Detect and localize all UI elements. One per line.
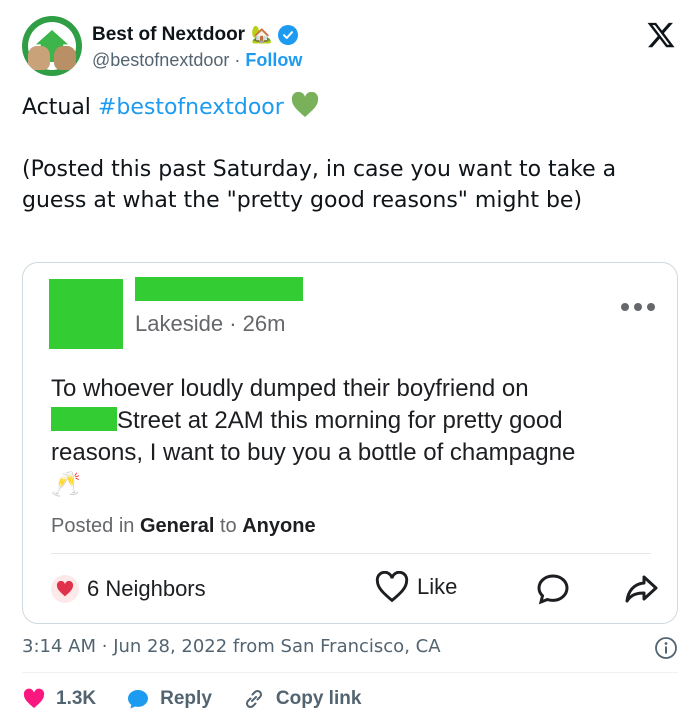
red-heart-icon (51, 575, 79, 603)
tweet-header: Best of Nextdoor 🏡 @bestofnextdoor · Fol… (22, 14, 678, 78)
link-icon (245, 689, 262, 709)
redacted-street-name (51, 407, 117, 431)
like-action[interactable]: 1.3K (22, 687, 96, 711)
hashtag-link[interactable]: #bestofnextdoor (98, 95, 284, 120)
more-options-icon (621, 303, 655, 311)
share-icon (625, 575, 658, 603)
reactions-summary: 6 Neighbors (51, 575, 206, 603)
post-body-line-1: To whoever loudly dumped their boyfriend… (51, 375, 529, 402)
champagne-emoji-icon: 🥂 (51, 471, 81, 498)
heart-outline-icon (375, 571, 409, 603)
green-heart-icon (291, 92, 318, 117)
tweet-prefix: Actual (22, 95, 98, 120)
redacted-poster-name (135, 277, 303, 301)
author-display-name[interactable]: Best of Nextdoor (92, 24, 245, 46)
post-body: To whoever loudly dumped their boyfriend… (51, 373, 651, 501)
reply-label: Reply (160, 688, 212, 709)
post-audience: Anyone (242, 515, 316, 537)
like-button: Like (375, 571, 457, 603)
post-time: 26m (242, 311, 286, 336)
avatar-figure-right (54, 46, 76, 70)
handle-separator: · (234, 50, 241, 70)
avatar-figure-left (28, 46, 50, 70)
footer-divider (22, 672, 678, 673)
x-logo-icon[interactable] (646, 20, 676, 50)
heart-filled-icon (23, 688, 45, 708)
redacted-avatar (49, 279, 123, 349)
tweet-text: Actual #bestofnextdoor (Posted this past… (22, 92, 662, 216)
reactions-count: 6 Neighbors (87, 576, 206, 601)
author-handle[interactable]: @bestofnextdoor (92, 50, 229, 70)
tweet-paragraph-1: Actual #bestofnextdoor (22, 92, 662, 123)
post-body-line-3: reasons, I want to buy you a bottle of c… (51, 439, 576, 466)
tweet-timestamp[interactable]: 3:14 AM · Jun 28, 2022 from San Francisc… (22, 636, 441, 657)
copy-link-label: Copy link (275, 688, 362, 709)
house-emoji-icon: 🏡 (251, 25, 273, 45)
tweet-actions: 1.3K Reply Copy link (22, 684, 391, 714)
copy-link-action[interactable]: Copy link (242, 687, 362, 711)
author-avatar[interactable] (22, 16, 82, 76)
comment-icon (537, 574, 569, 605)
tweet-paragraph-2: (Posted this past Saturday, in case you … (22, 157, 617, 213)
like-count: 1.3K (56, 688, 97, 709)
info-icon[interactable] (654, 636, 678, 660)
follow-button[interactable]: Follow (245, 50, 302, 70)
post-divider (51, 553, 651, 554)
verified-badge-icon (278, 25, 299, 45)
post-location: Lakeside (135, 311, 224, 336)
author-name-row: Best of Nextdoor 🏡 (92, 22, 299, 48)
meta-separator: · (229, 311, 237, 336)
reply-action[interactable]: Reply (126, 687, 212, 711)
reply-bubble-icon (128, 690, 149, 709)
post-category: General (139, 515, 215, 537)
post-body-line-2: Street at 2AM this morning for pretty go… (51, 405, 651, 437)
post-actions: 6 Neighbors Like (51, 571, 658, 611)
posted-in-line: Posted in General to Anyone (51, 515, 316, 537)
nextdoor-post-card[interactable]: Lakeside · 26m To whoever loudly dumped … (22, 262, 678, 624)
author-handle-row: @bestofnextdoor · Follow (92, 50, 302, 71)
post-meta: Lakeside · 26m (135, 311, 285, 337)
